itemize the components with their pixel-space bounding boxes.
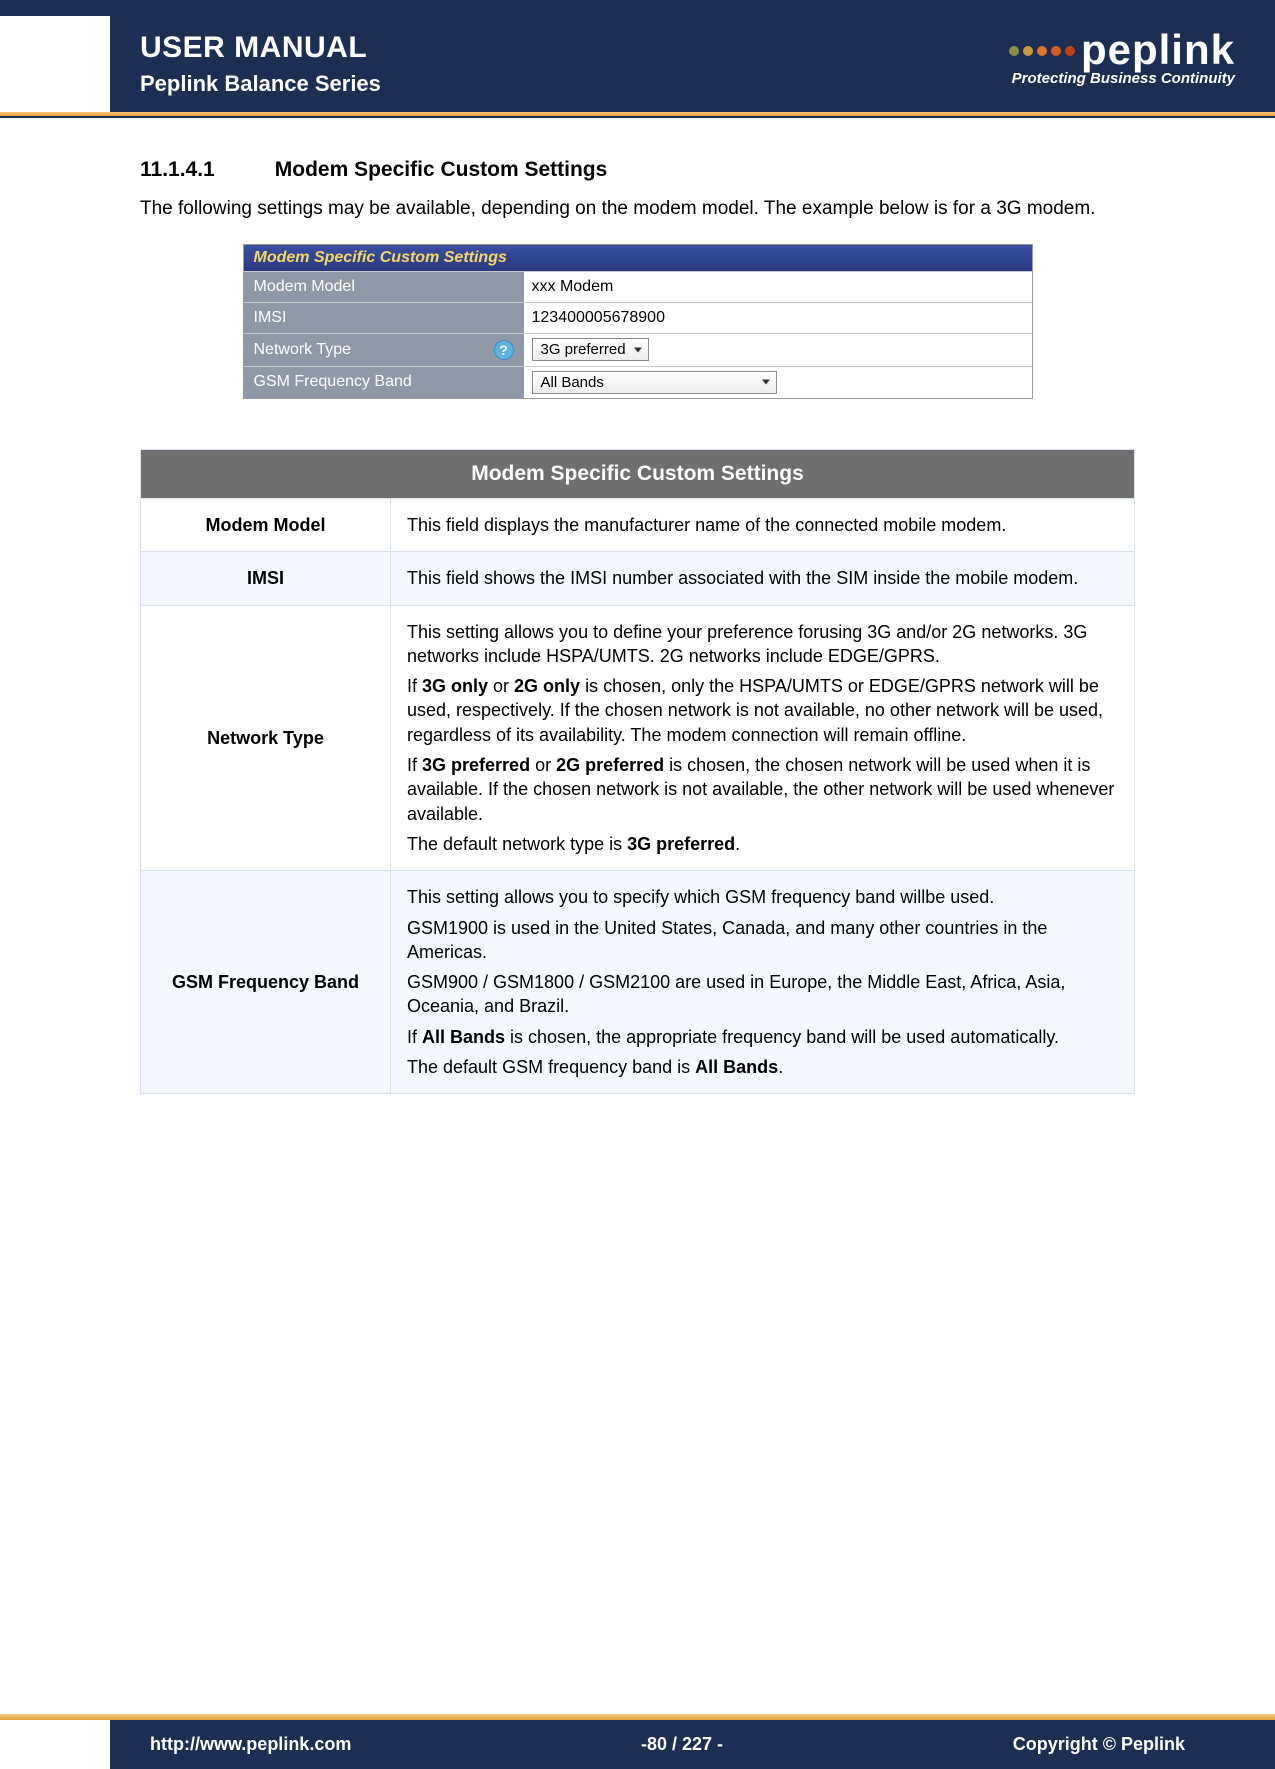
network-type-select[interactable]: 3G preferred [532, 338, 649, 361]
field-label: Network Type ? [244, 334, 524, 366]
row-name: IMSI [141, 552, 391, 605]
settings-row-network-type: Network Type ? 3G preferred [244, 333, 1032, 366]
chevron-down-icon [762, 380, 770, 385]
logo-dot-icon [1065, 46, 1075, 56]
field-label: GSM Frequency Band [244, 367, 524, 398]
footer-url[interactable]: http://www.peplink.com [150, 1734, 351, 1755]
logo-dot-icon [1037, 46, 1047, 56]
section-heading: 11.1.4.1 Modem Specific Custom Settings [140, 158, 1135, 182]
settings-row-gsm-band: GSM Frequency Band All Bands [244, 366, 1032, 398]
table-header: Modem Specific Custom Settings [141, 449, 1135, 498]
field-value: xxx Modem [524, 272, 1032, 302]
help-icon[interactable]: ? [494, 340, 514, 360]
chevron-down-icon [634, 347, 642, 352]
footer-page-number: -80 / 227 - [641, 1734, 723, 1755]
logo-tagline: Protecting Business Continuity [1009, 70, 1235, 87]
section-number: 11.1.4.1 [140, 158, 215, 182]
doc-subtitle: Peplink Balance Series [140, 71, 381, 97]
row-desc: This setting allows you to specify which… [391, 871, 1135, 1094]
gsm-band-select[interactable]: All Bands [532, 371, 777, 394]
logo-dot-icon [1023, 46, 1033, 56]
content-area: 11.1.4.1 Modem Specific Custom Settings … [0, 118, 1275, 1094]
logo-dots [1009, 46, 1075, 56]
select-value: 3G preferred [541, 341, 626, 358]
field-label: Modem Model [244, 272, 524, 302]
table-row: Network Type This setting allows you to … [141, 605, 1135, 871]
table-row: Modem Model This field displays the manu… [141, 498, 1135, 551]
logo-text: peplink [1081, 26, 1235, 74]
row-name: GSM Frequency Band [141, 871, 391, 1094]
logo-dot-icon [1051, 46, 1061, 56]
row-desc: This setting allows you to define your p… [391, 605, 1135, 871]
footer-copyright: Copyright © Peplink [1013, 1734, 1185, 1755]
table-row: GSM Frequency Band This setting allows y… [141, 871, 1135, 1094]
settings-panel: Modem Specific Custom Settings Modem Mod… [243, 244, 1033, 399]
row-name: Network Type [141, 605, 391, 871]
explanation-table: Modem Specific Custom Settings Modem Mod… [140, 449, 1135, 1095]
field-value: 123400005678900 [524, 303, 1032, 333]
page-header: USER MANUAL Peplink Balance Series pepli… [0, 0, 1275, 112]
header-titles: USER MANUAL Peplink Balance Series [140, 31, 381, 97]
page-footer: http://www.peplink.com -80 / 227 - Copyr… [0, 1720, 1275, 1769]
table-row: IMSI This field shows the IMSI number as… [141, 552, 1135, 605]
settings-row-imsi: IMSI 123400005678900 [244, 302, 1032, 333]
section-title: Modem Specific Custom Settings [275, 158, 608, 182]
logo-dot-icon [1009, 46, 1019, 56]
doc-title: USER MANUAL [140, 31, 381, 65]
intro-text: The following settings may be available,… [140, 196, 1135, 222]
row-desc: This field shows the IMSI number associa… [391, 552, 1135, 605]
settings-row-modem-model: Modem Model xxx Modem [244, 271, 1032, 302]
field-label: IMSI [244, 303, 524, 333]
row-desc: This field displays the manufacturer nam… [391, 498, 1135, 551]
brand-logo: peplink Protecting Business Continuity [1009, 26, 1235, 87]
row-name: Modem Model [141, 498, 391, 551]
select-value: All Bands [541, 374, 604, 391]
settings-panel-title: Modem Specific Custom Settings [244, 245, 1032, 271]
